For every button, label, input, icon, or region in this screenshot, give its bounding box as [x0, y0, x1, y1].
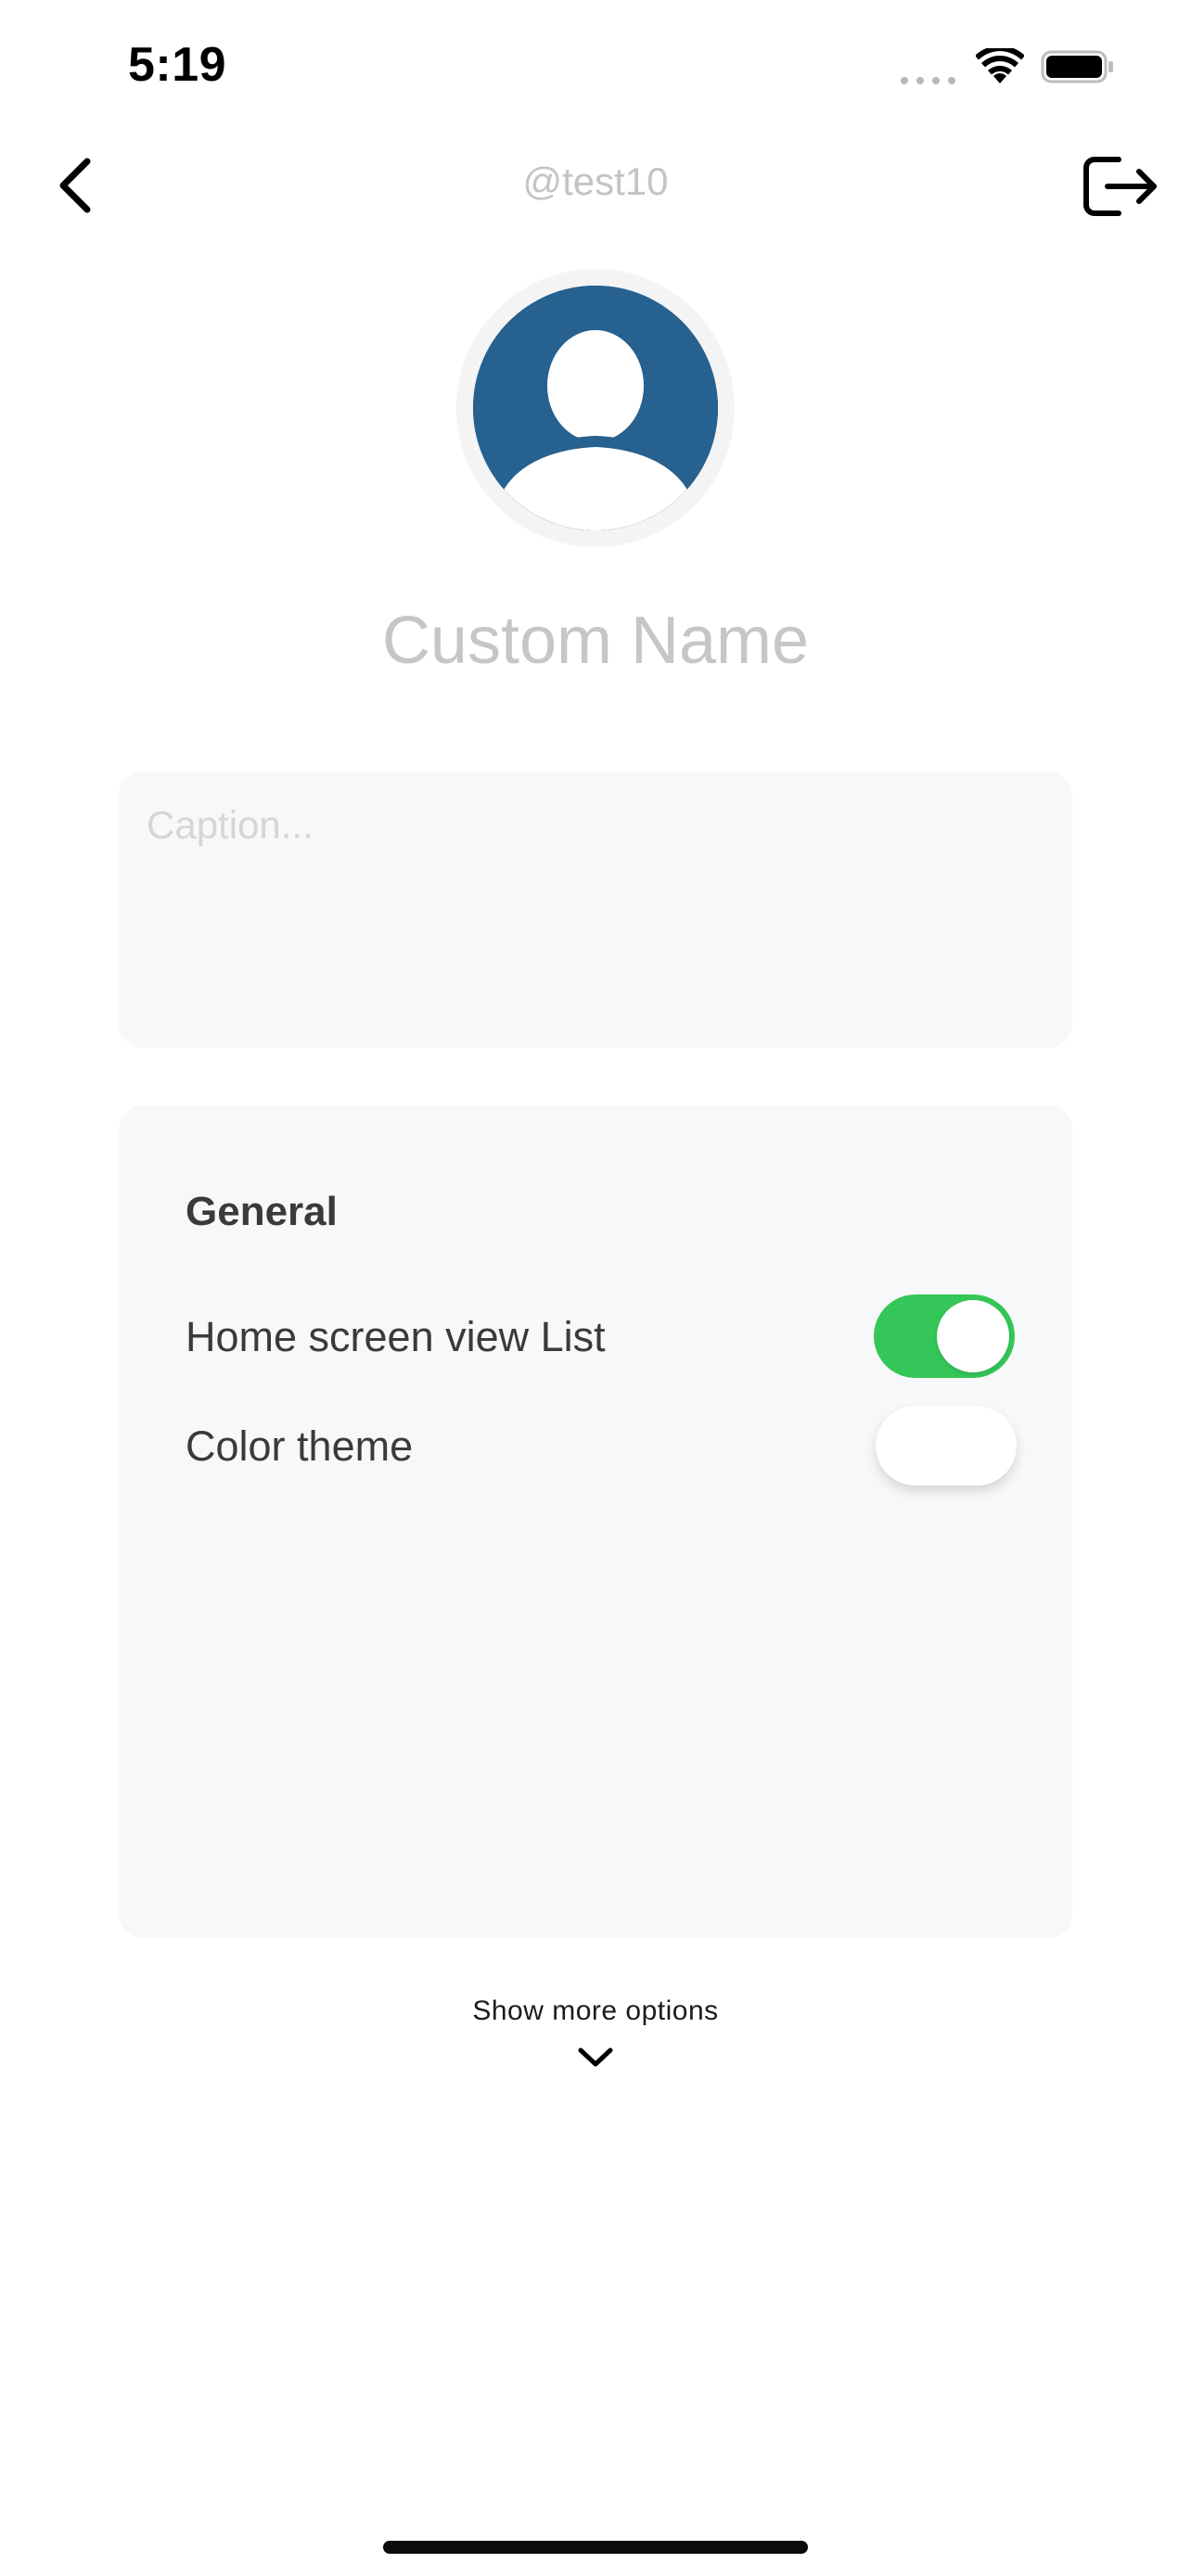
caption-input[interactable] — [119, 772, 1072, 1048]
logout-icon[interactable] — [1082, 154, 1159, 219]
wifi-icon — [976, 48, 1024, 83]
username-handle: @test10 — [522, 159, 669, 203]
signal-icon — [901, 77, 955, 84]
custom-name-field[interactable]: Custom Name — [0, 603, 1191, 679]
avatar[interactable] — [473, 286, 718, 530]
home-indicator — [383, 2541, 808, 2554]
status-time: 5:19 — [128, 38, 227, 92]
color-theme-toggle[interactable] — [876, 1406, 1017, 1486]
home-screen-view-toggle[interactable] — [874, 1294, 1015, 1378]
chevron-down-icon — [578, 2047, 613, 2067]
home-screen-view-label: Home screen view List — [186, 1313, 606, 1360]
show-more-options-button[interactable]: Show more options — [0, 1996, 1191, 2070]
section-title-general: General — [186, 1189, 338, 1234]
battery-icon — [1041, 50, 1113, 83]
show-more-label: Show more options — [472, 1996, 719, 2026]
user-placeholder-icon — [473, 286, 718, 530]
color-theme-label: Color theme — [186, 1422, 414, 1470]
toggle-knob — [937, 1300, 1009, 1372]
